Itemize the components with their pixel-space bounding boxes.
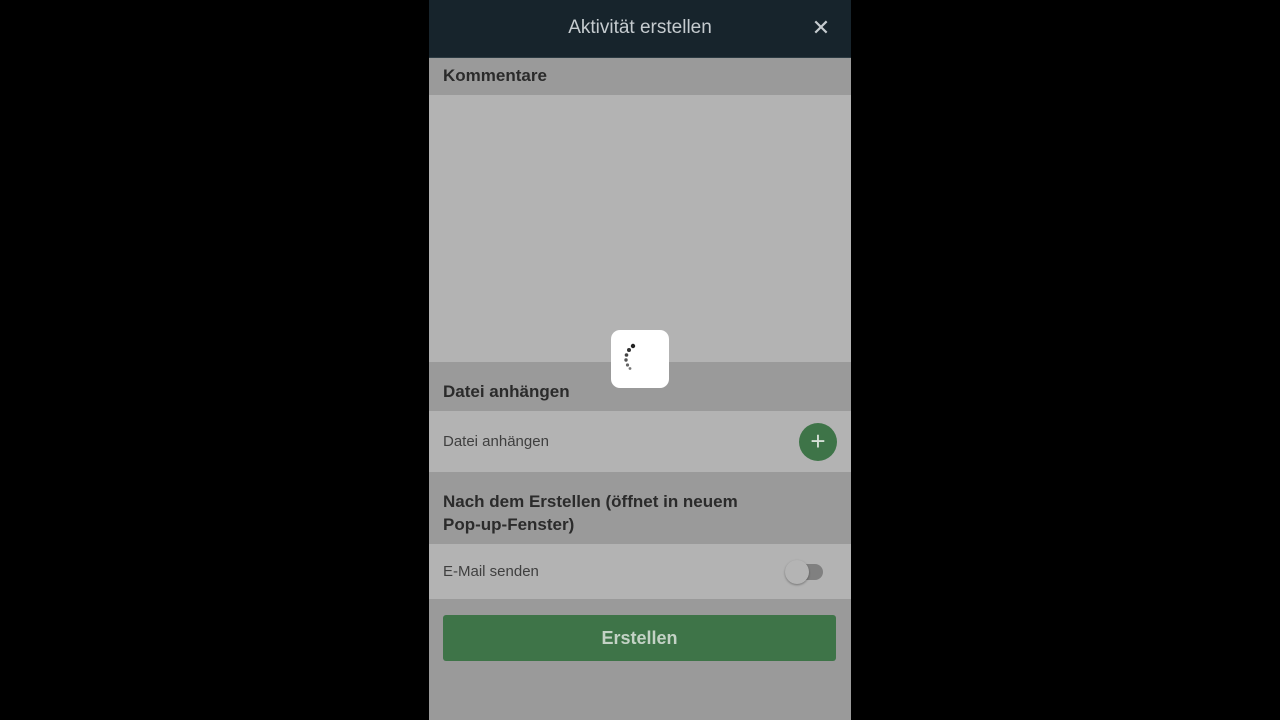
attach-file-label: Datei anhängen: [443, 433, 549, 450]
send-email-label: E-Mail senden: [443, 563, 539, 580]
comments-textarea[interactable]: [429, 95, 851, 362]
page-title: Aktivität erstellen: [568, 17, 712, 38]
after-create-section-header: Nach dem Erstellen (öffnet in neuem Pop-…: [429, 472, 851, 544]
after-create-title-line2: Pop-up-Fenster): [443, 515, 575, 534]
plus-icon: +: [810, 426, 826, 456]
loading-spinner-icon: [624, 343, 636, 370]
attach-file-row[interactable]: Datei anhängen +: [429, 411, 851, 472]
attach-section-title: Datei anhängen: [443, 382, 570, 401]
after-create-section-title: Nach dem Erstellen (öffnet in neuem Pop-…: [443, 490, 738, 536]
toggle-thumb: [785, 560, 809, 584]
loading-indicator: [611, 330, 669, 388]
add-file-button[interactable]: +: [799, 423, 837, 461]
send-email-toggle[interactable]: [785, 560, 825, 584]
comments-section-header: Kommentare: [429, 58, 851, 95]
close-icon[interactable]: ✕: [811, 17, 831, 39]
send-email-row: E-Mail senden: [429, 544, 851, 599]
comments-section-title: Kommentare: [443, 66, 547, 85]
header-bar: Aktivität erstellen ✕: [429, 0, 851, 58]
create-button[interactable]: Erstellen: [443, 615, 836, 661]
after-create-title-line1: Nach dem Erstellen (öffnet in neuem: [443, 492, 738, 511]
